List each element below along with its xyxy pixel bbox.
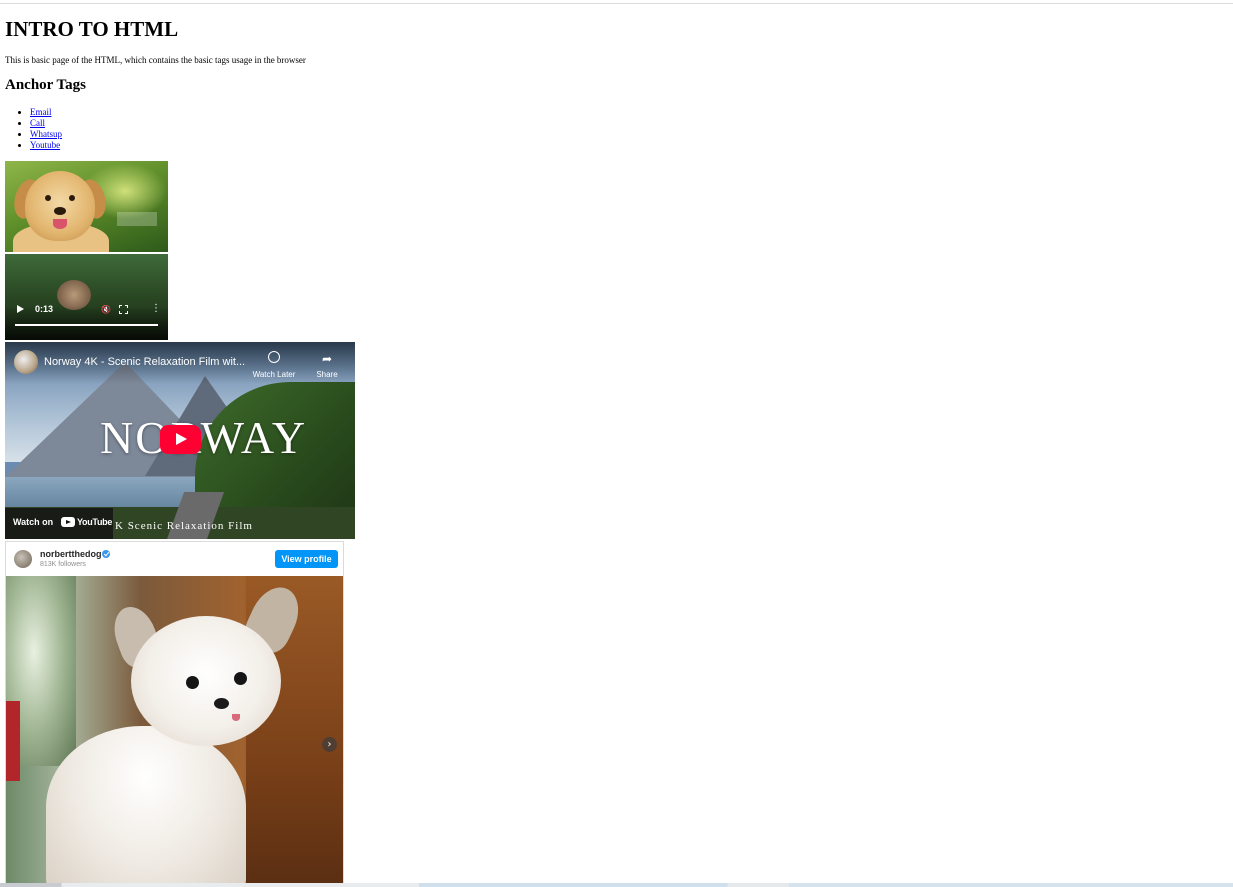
dog-head	[25, 171, 95, 241]
image-watermark	[117, 212, 157, 226]
watch-later-button[interactable]: Watch Later	[249, 350, 299, 379]
whatsup-link[interactable]: Whatsup	[30, 129, 62, 139]
follower-count: 813K followers	[40, 561, 86, 568]
call-link[interactable]: Call	[30, 118, 45, 128]
puppy-body	[46, 726, 246, 886]
list-item: Email	[30, 107, 62, 118]
list-item: Youtube	[30, 140, 62, 151]
video-time: 0:13	[35, 304, 54, 314]
channel-avatar[interactable]	[14, 350, 38, 374]
youtube-link[interactable]: Youtube	[30, 140, 60, 150]
youtube-logo-icon	[61, 517, 75, 527]
instagram-username[interactable]: norbertthedog	[40, 549, 102, 560]
fullscreen-icon[interactable]	[119, 305, 128, 314]
clock-icon	[268, 351, 280, 363]
youtube-play-icon[interactable]	[160, 425, 201, 454]
share-button[interactable]: ➦ Share	[310, 350, 344, 380]
page-description: This is basic page of the HTML, which co…	[5, 55, 306, 65]
thumbnail-subtitle: K Scenic Relaxation Film	[115, 520, 253, 532]
photo-red-cloth	[6, 701, 20, 781]
dog-nose	[54, 207, 66, 215]
top-divider	[0, 3, 1233, 4]
dog-eye-right	[69, 195, 75, 201]
anchor-tags-heading: Anchor Tags	[5, 77, 87, 93]
puppy-nose	[214, 698, 229, 709]
instagram-embed[interactable]: norbertthedog 813K followers View profil…	[5, 541, 344, 887]
instagram-header: norbertthedog 813K followers View profil…	[6, 542, 343, 577]
puppy-tongue	[232, 714, 240, 721]
golden-retriever-image	[5, 161, 168, 252]
list-item: Call	[30, 118, 62, 129]
video-progress-bar[interactable]	[15, 324, 158, 326]
profile-avatar[interactable]	[14, 550, 32, 568]
youtube-logo-text: YouTube	[77, 517, 113, 527]
email-link[interactable]: Email	[30, 107, 52, 117]
verified-badge-icon	[102, 550, 110, 558]
page-title: INTRO TO HTML	[5, 17, 179, 41]
dog-eye-left	[45, 195, 51, 201]
play-icon[interactable]	[17, 305, 24, 313]
video-player[interactable]: 0:13 🔇 ⋮	[5, 254, 168, 340]
instagram-post-photo[interactable]	[6, 576, 343, 886]
carousel-next-icon[interactable]: ›	[322, 737, 337, 752]
taskbar-strip	[0, 883, 1233, 887]
mute-icon[interactable]: 🔇	[101, 305, 111, 314]
watch-later-label: Watch Later	[252, 370, 296, 379]
puppy-eye-right	[234, 672, 247, 685]
youtube-embed[interactable]: Norway 4K - Scenic Relaxation Film wit..…	[5, 342, 355, 539]
more-vert-icon[interactable]: ⋮	[151, 303, 161, 314]
watch-on-youtube-button[interactable]: Watch on YouTube	[5, 508, 113, 539]
dog-tongue	[53, 219, 67, 229]
list-item: Whatsup	[30, 129, 62, 140]
share-icon: ➦	[321, 352, 333, 366]
watch-on-label: Watch on	[13, 517, 54, 527]
video-controls	[5, 306, 168, 340]
thumbnail-title: NORWAY	[100, 412, 308, 463]
anchor-links-list: Email Call Whatsup Youtube	[5, 107, 62, 151]
view-profile-button[interactable]: View profile	[275, 550, 338, 568]
puppy-eye-left	[186, 676, 199, 689]
youtube-video-title[interactable]: Norway 4K - Scenic Relaxation Film wit..…	[44, 356, 245, 369]
share-label: Share	[316, 370, 338, 379]
puppy-head	[131, 616, 281, 746]
